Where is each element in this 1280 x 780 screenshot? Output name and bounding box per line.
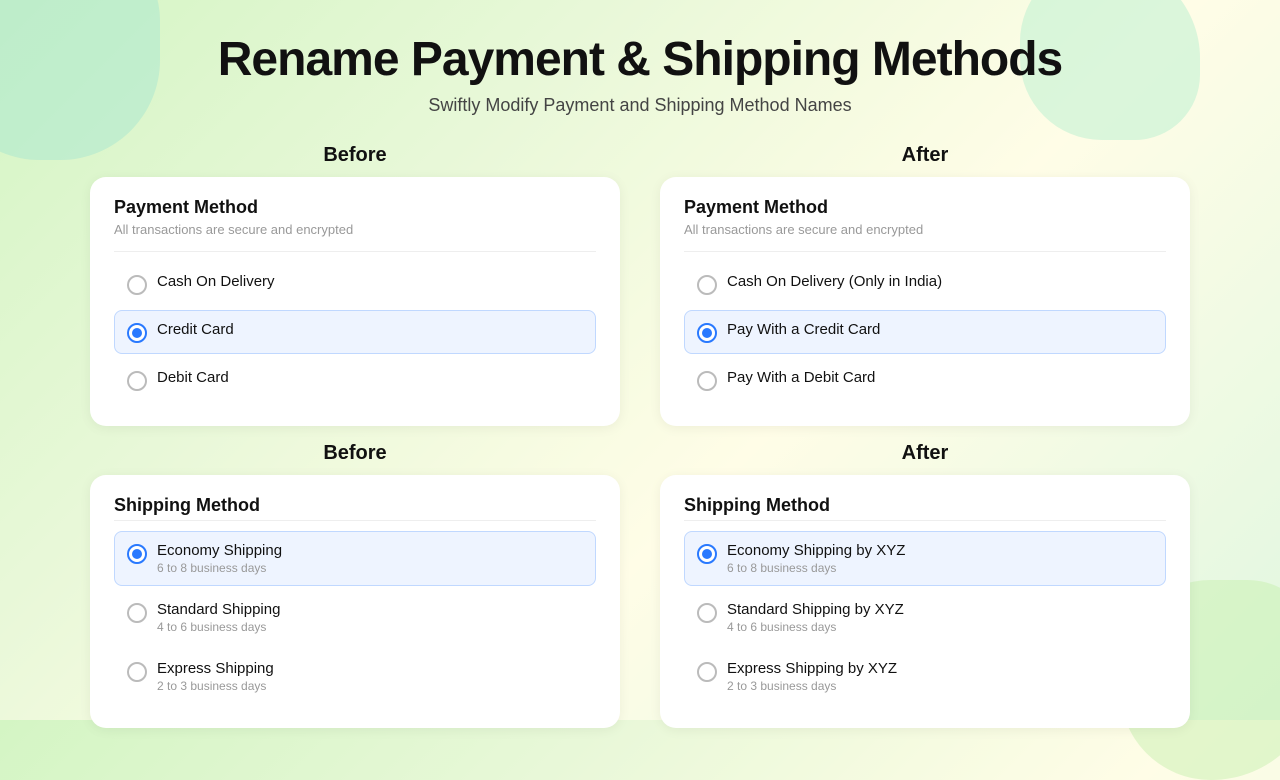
sections-grid: Before Payment Method All transactions a… xyxy=(90,144,1190,728)
radio-item[interactable]: Standard Shipping by XYZ 4 to 6 business … xyxy=(684,590,1166,645)
radio-text-group: Cash On Delivery xyxy=(157,273,275,290)
radio-empty-icon xyxy=(697,662,717,682)
payment-after-label: After xyxy=(660,144,1190,167)
radio-filled-icon xyxy=(697,544,717,564)
radio-text-group: Express Shipping by XYZ 2 to 3 business d… xyxy=(727,660,897,693)
radio-item[interactable]: Express Shipping 2 to 3 business days xyxy=(114,649,596,704)
radio-item[interactable]: Debit Card xyxy=(114,358,596,402)
radio-item[interactable]: Economy Shipping 6 to 8 business days xyxy=(114,531,596,586)
payment-before-card-subtitle: All transactions are secure and encrypte… xyxy=(114,222,596,237)
radio-filled-icon xyxy=(697,323,717,343)
shipping-before-label: Before xyxy=(90,442,620,465)
shipping-after-card: Shipping Method Economy Shipping by XYZ 6… xyxy=(660,475,1190,728)
payment-before-card: Payment Method All transactions are secu… xyxy=(90,177,620,426)
radio-empty-icon xyxy=(127,603,147,623)
page-subtitle: Swiftly Modify Payment and Shipping Meth… xyxy=(428,95,851,116)
radio-empty-icon xyxy=(697,603,717,623)
radio-sublabel: 4 to 6 business days xyxy=(157,620,280,634)
shipping-before-divider xyxy=(114,520,596,521)
radio-filled-icon xyxy=(127,323,147,343)
radio-label: Cash On Delivery xyxy=(157,273,275,290)
shipping-before-card-title: Shipping Method xyxy=(114,495,596,516)
page-title: Rename Payment & Shipping Methods xyxy=(218,32,1062,87)
radio-text-group: Economy Shipping by XYZ 6 to 8 business d… xyxy=(727,542,905,575)
radio-item[interactable]: Standard Shipping 4 to 6 business days xyxy=(114,590,596,645)
radio-label: Economy Shipping by XYZ xyxy=(727,542,905,559)
radio-label: Credit Card xyxy=(157,321,234,338)
radio-text-group: Pay With a Debit Card xyxy=(727,369,875,386)
radio-empty-icon xyxy=(127,275,147,295)
shipping-after-card-title: Shipping Method xyxy=(684,495,1166,516)
shipping-before-options: Economy Shipping 6 to 8 business days Stan… xyxy=(114,531,596,704)
payment-before-card-title: Payment Method xyxy=(114,197,596,218)
shipping-before-section: Before Shipping Method Economy Shipping 6… xyxy=(90,442,620,728)
radio-empty-icon xyxy=(127,371,147,391)
payment-after-card-subtitle: All transactions are secure and encrypte… xyxy=(684,222,1166,237)
shipping-after-section: After Shipping Method Economy Shipping b… xyxy=(660,442,1190,728)
shipping-before-card: Shipping Method Economy Shipping 6 to 8 b… xyxy=(90,475,620,728)
radio-item[interactable]: Pay With a Debit Card xyxy=(684,358,1166,402)
radio-text-group: Standard Shipping 4 to 6 business days xyxy=(157,601,280,634)
radio-sublabel: 6 to 8 business days xyxy=(157,561,282,575)
payment-before-label: Before xyxy=(90,144,620,167)
payment-before-divider xyxy=(114,251,596,252)
radio-filled-icon xyxy=(127,544,147,564)
radio-item[interactable]: Cash On Delivery (Only in India) xyxy=(684,262,1166,306)
radio-text-group: Economy Shipping 6 to 8 business days xyxy=(157,542,282,575)
radio-text-group: Cash On Delivery (Only in India) xyxy=(727,273,942,290)
radio-text-group: Pay With a Credit Card xyxy=(727,321,880,338)
radio-label: Standard Shipping by XYZ xyxy=(727,601,904,618)
radio-label: Pay With a Debit Card xyxy=(727,369,875,386)
page-container: Rename Payment & Shipping Methods Swiftl… xyxy=(0,0,1280,720)
radio-label: Economy Shipping xyxy=(157,542,282,559)
payment-after-card-title: Payment Method xyxy=(684,197,1166,218)
payment-after-options: Cash On Delivery (Only in India) Pay With… xyxy=(684,262,1166,402)
radio-sublabel: 6 to 8 business days xyxy=(727,561,905,575)
radio-sublabel: 2 to 3 business days xyxy=(157,679,274,693)
radio-empty-icon xyxy=(697,371,717,391)
radio-item[interactable]: Economy Shipping by XYZ 6 to 8 business d… xyxy=(684,531,1166,586)
radio-text-group: Express Shipping 2 to 3 business days xyxy=(157,660,274,693)
shipping-after-options: Economy Shipping by XYZ 6 to 8 business d… xyxy=(684,531,1166,704)
shipping-after-label: After xyxy=(660,442,1190,465)
payment-after-section: After Payment Method All transactions ar… xyxy=(660,144,1190,426)
radio-label: Debit Card xyxy=(157,369,229,386)
payment-before-options: Cash On Delivery Credit Card Debit Card xyxy=(114,262,596,402)
radio-sublabel: 2 to 3 business days xyxy=(727,679,897,693)
radio-label: Pay With a Credit Card xyxy=(727,321,880,338)
radio-item[interactable]: Cash On Delivery xyxy=(114,262,596,306)
radio-label: Standard Shipping xyxy=(157,601,280,618)
payment-after-divider xyxy=(684,251,1166,252)
radio-text-group: Credit Card xyxy=(157,321,234,338)
payment-after-card: Payment Method All transactions are secu… xyxy=(660,177,1190,426)
shipping-after-divider xyxy=(684,520,1166,521)
radio-item[interactable]: Pay With a Credit Card xyxy=(684,310,1166,354)
radio-item[interactable]: Express Shipping by XYZ 2 to 3 business d… xyxy=(684,649,1166,704)
payment-before-section: Before Payment Method All transactions a… xyxy=(90,144,620,426)
radio-text-group: Debit Card xyxy=(157,369,229,386)
radio-label: Express Shipping by XYZ xyxy=(727,660,897,677)
radio-label: Cash On Delivery (Only in India) xyxy=(727,273,942,290)
radio-item[interactable]: Credit Card xyxy=(114,310,596,354)
radio-label: Express Shipping xyxy=(157,660,274,677)
radio-empty-icon xyxy=(127,662,147,682)
radio-empty-icon xyxy=(697,275,717,295)
radio-text-group: Standard Shipping by XYZ 4 to 6 business … xyxy=(727,601,904,634)
radio-sublabel: 4 to 6 business days xyxy=(727,620,904,634)
